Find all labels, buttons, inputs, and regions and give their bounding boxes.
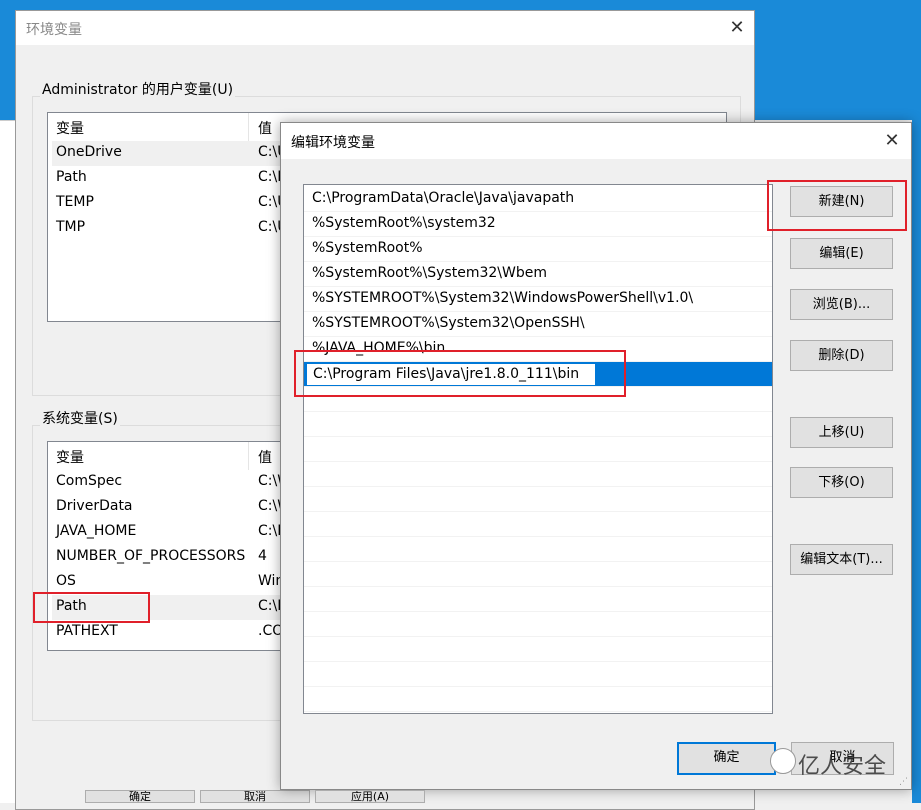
edit-text-button[interactable]: 编辑文本(T)... bbox=[790, 544, 893, 575]
variable-name: PATHEXT bbox=[56, 623, 118, 639]
path-text: %SYSTEMROOT%\System32\OpenSSH\ bbox=[312, 315, 585, 331]
path-item[interactable]: %SystemRoot%\System32\Wbem bbox=[304, 262, 772, 287]
move-up-button[interactable]: 上移(U) bbox=[790, 417, 893, 448]
env-apply-button[interactable]: 应用(A) bbox=[315, 790, 425, 803]
column-header-value[interactable]: 值 bbox=[258, 118, 272, 138]
highlight-new-button bbox=[767, 180, 907, 231]
window-title: 环境变量 bbox=[26, 22, 82, 38]
browse-button[interactable]: 浏览(B)... bbox=[790, 289, 893, 320]
variable-name: OneDrive bbox=[56, 144, 122, 160]
column-header-variable[interactable]: 变量 bbox=[56, 447, 84, 467]
path-list[interactable]: C:\ProgramData\Oracle\Java\javapath %Syst… bbox=[303, 184, 773, 714]
empty-row bbox=[304, 637, 772, 662]
empty-row bbox=[304, 687, 772, 712]
path-item[interactable]: %SystemRoot% bbox=[304, 237, 772, 262]
title-bar: 环境变量 ✕ bbox=[16, 11, 754, 45]
env-cancel-button[interactable]: 取消 bbox=[200, 790, 310, 803]
dialog-title: 编辑环境变量 bbox=[291, 135, 375, 151]
variable-name: NUMBER_OF_PROCESSORS bbox=[56, 548, 246, 564]
edit-button[interactable]: 编辑(E) bbox=[790, 238, 893, 269]
column-header-variable[interactable]: 变量 bbox=[56, 118, 84, 138]
path-text: %SystemRoot%\system32 bbox=[312, 215, 496, 231]
resize-grip-icon[interactable]: ⋰ bbox=[899, 777, 908, 787]
path-item[interactable]: %SYSTEMROOT%\System32\WindowsPowerShell\… bbox=[304, 287, 772, 312]
variable-name: TMP bbox=[56, 219, 86, 235]
path-text: %SystemRoot% bbox=[312, 240, 423, 256]
variable-value: 4 bbox=[258, 548, 267, 564]
delete-button[interactable]: 删除(D) bbox=[790, 340, 893, 371]
path-text: %SYSTEMROOT%\System32\WindowsPowerShell\… bbox=[312, 290, 694, 306]
user-variables-label: Administrator 的用户变量(U) bbox=[40, 79, 236, 99]
empty-row bbox=[304, 437, 772, 462]
path-text: %SystemRoot%\System32\Wbem bbox=[312, 265, 547, 281]
empty-row bbox=[304, 612, 772, 637]
title-bar: 编辑环境变量 ✕ bbox=[281, 123, 911, 159]
move-down-button[interactable]: 下移(O) bbox=[790, 467, 893, 498]
path-item[interactable]: %SYSTEMROOT%\System32\OpenSSH\ bbox=[304, 312, 772, 337]
close-icon[interactable]: ✕ bbox=[722, 15, 752, 41]
empty-row bbox=[304, 512, 772, 537]
wechat-icon bbox=[770, 748, 796, 774]
variable-name: ComSpec bbox=[56, 473, 123, 489]
highlight-new-path bbox=[294, 350, 626, 397]
column-header-value[interactable]: 值 bbox=[258, 447, 272, 467]
empty-row bbox=[304, 412, 772, 437]
close-icon[interactable]: ✕ bbox=[877, 128, 907, 154]
highlight-path-row bbox=[33, 592, 150, 623]
empty-row bbox=[304, 537, 772, 562]
variable-name: OS bbox=[56, 573, 76, 589]
variable-name: JAVA_HOME bbox=[56, 523, 137, 539]
empty-row bbox=[304, 562, 772, 587]
system-variables-label: 系统变量(S) bbox=[40, 408, 120, 428]
empty-row bbox=[304, 487, 772, 512]
empty-row bbox=[304, 587, 772, 612]
variable-name: DriverData bbox=[56, 498, 133, 514]
variable-name: TEMP bbox=[56, 194, 94, 210]
path-item[interactable]: %SystemRoot%\system32 bbox=[304, 212, 772, 237]
path-text: C:\ProgramData\Oracle\Java\javapath bbox=[312, 190, 575, 206]
env-ok-button[interactable]: 确定 bbox=[85, 790, 195, 803]
desktop-background-right bbox=[912, 0, 921, 803]
ok-button[interactable]: 确定 bbox=[677, 742, 776, 775]
empty-row bbox=[304, 462, 772, 487]
empty-row bbox=[304, 662, 772, 687]
path-item[interactable]: C:\ProgramData\Oracle\Java\javapath bbox=[304, 187, 772, 212]
variable-name: Path bbox=[56, 169, 87, 185]
watermark: 亿人安全 bbox=[798, 754, 887, 779]
